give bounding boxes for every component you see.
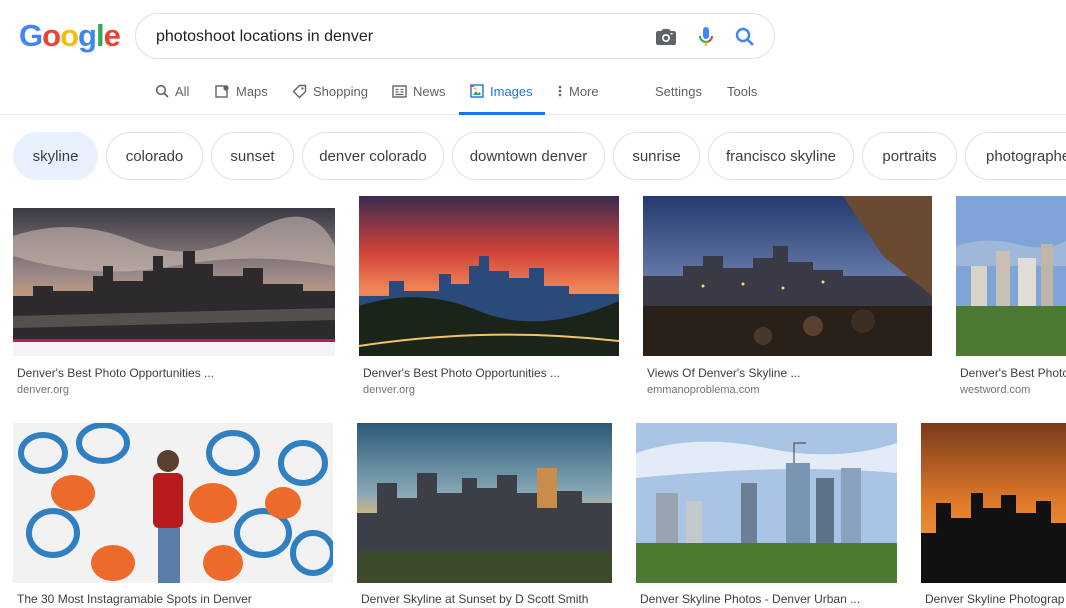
logo-letter: g — [78, 18, 97, 53]
result-thumbnail[interactable] — [13, 423, 333, 583]
result-thumbnail[interactable] — [921, 423, 1066, 583]
more-vert-icon — [558, 85, 562, 97]
tab-label: Settings — [655, 84, 702, 99]
logo-letter: e — [103, 18, 121, 53]
result-title[interactable]: Denver Skyline at Sunset by D Scott Smit… — [361, 592, 612, 606]
logo-letter: l — [95, 18, 105, 53]
tab-label: Tools — [727, 84, 758, 99]
map-icon — [215, 85, 229, 98]
tab-label: More — [569, 84, 599, 99]
tab-label: Shopping — [313, 84, 368, 99]
result-source[interactable]: denver.org — [363, 384, 617, 396]
chip-francisco-skyline[interactable]: francisco skyline — [708, 132, 854, 180]
result-thumbnail[interactable] — [359, 196, 619, 356]
search-box — [135, 13, 775, 59]
result-thumbnail[interactable] — [643, 196, 932, 356]
logo-letter: o — [42, 18, 61, 53]
related-search-chips: skyline colorado sunset denver colorado … — [0, 132, 1066, 180]
chip-denver-colorado[interactable]: denver colorado — [302, 132, 444, 180]
result-title[interactable]: Denver Skyline Photograp — [925, 592, 1066, 606]
tab-more[interactable]: More — [557, 80, 599, 115]
header: Google All Maps Shopping News — [0, 0, 1066, 115]
search-input[interactable] — [156, 26, 626, 48]
logo-letter: G — [19, 18, 43, 53]
microphone-icon[interactable] — [694, 25, 718, 49]
tab-label: News — [413, 84, 446, 99]
result-source[interactable]: westword.com — [960, 384, 1066, 396]
result-thumbnail[interactable] — [13, 196, 335, 356]
search-icon[interactable] — [733, 25, 757, 49]
image-icon — [470, 84, 484, 98]
tab-tools[interactable]: Tools — [727, 80, 757, 115]
result-title[interactable]: Views Of Denver's Skyline ... — [647, 366, 930, 380]
result-thumbnail[interactable] — [636, 423, 897, 583]
chip-colorado[interactable]: colorado — [106, 132, 203, 180]
chip-downtown-denver[interactable]: downtown denver — [452, 132, 605, 180]
result-title[interactable]: Denver's Best Photo — [960, 366, 1066, 380]
tab-label: Maps — [236, 84, 268, 99]
tab-all[interactable]: All — [155, 80, 189, 115]
google-logo[interactable]: Google — [19, 18, 121, 54]
result-title[interactable]: The 30 Most Instagramable Spots in Denve… — [17, 592, 333, 606]
camera-icon[interactable] — [654, 25, 678, 49]
tab-maps[interactable]: Maps — [215, 80, 268, 115]
chip-sunset[interactable]: sunset — [211, 132, 294, 180]
news-icon — [392, 85, 407, 98]
result-source[interactable]: denver.org — [17, 384, 333, 396]
result-thumbnail[interactable] — [357, 423, 612, 583]
tab-settings[interactable]: Settings — [655, 80, 702, 115]
result-title[interactable]: Denver's Best Photo Opportunities ... — [363, 366, 617, 380]
result-thumbnail[interactable] — [956, 196, 1066, 356]
chip-sunrise[interactable]: sunrise — [613, 132, 700, 180]
chip-photographer[interactable]: photographe — [965, 132, 1066, 180]
result-title[interactable]: Denver's Best Photo Opportunities ... — [17, 366, 333, 380]
tag-icon — [292, 84, 307, 99]
search-icon — [155, 84, 169, 98]
tab-label: Images — [490, 84, 533, 99]
chip-skyline[interactable]: skyline — [13, 132, 98, 180]
result-title[interactable]: Denver Skyline Photos - Denver Urban ... — [640, 592, 897, 606]
tab-shopping[interactable]: Shopping — [292, 80, 368, 115]
tab-images[interactable]: Images — [459, 80, 545, 115]
tab-label: All — [175, 84, 190, 99]
search-tabs: All Maps Shopping News Images More Setti… — [0, 80, 1066, 115]
tab-news[interactable]: News — [392, 80, 446, 115]
result-source[interactable]: emmanoproblema.com — [647, 384, 930, 396]
logo-letter: o — [60, 18, 79, 53]
chip-portraits[interactable]: portraits — [862, 132, 957, 180]
